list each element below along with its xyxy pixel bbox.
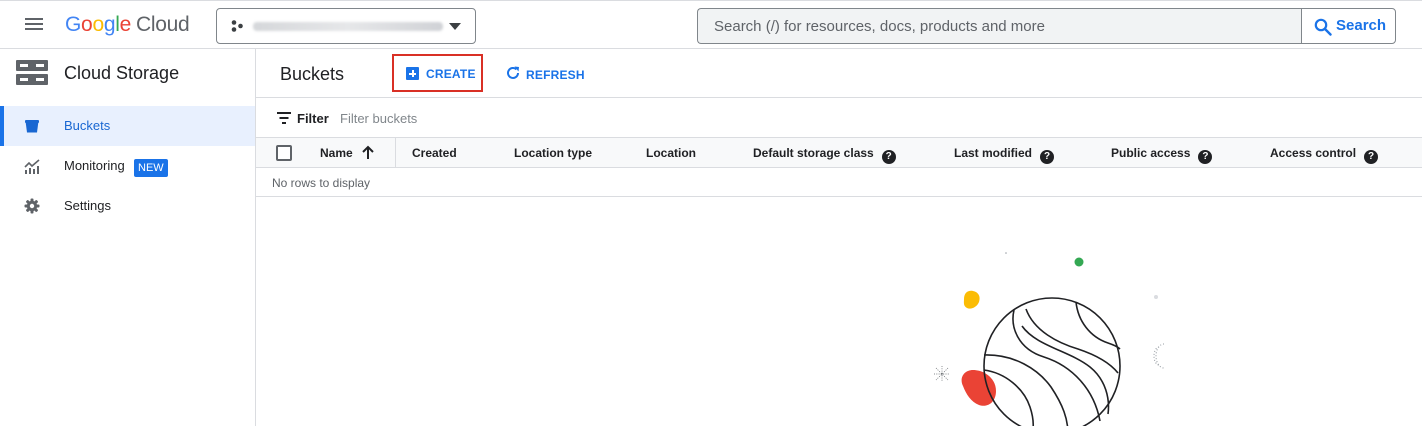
sidebar-item-label: Buckets <box>64 118 111 133</box>
empty-state-illustration <box>934 252 1165 426</box>
bucket-icon <box>25 120 39 133</box>
table-header: Name Created Location type Location Defa… <box>256 138 1422 168</box>
project-dots-icon <box>231 20 243 32</box>
logo-product: Cloud <box>135 13 190 36</box>
hamburger-icon-line <box>25 18 43 20</box>
column-header-label: Name <box>320 146 353 160</box>
search-button[interactable]: Search <box>1301 8 1396 44</box>
sidebar-item-label: Monitoring <box>64 158 125 173</box>
illustration-green-dot <box>1074 257 1084 267</box>
filter-label: Filter <box>297 111 329 126</box>
top-bar: Google Cloud Search <box>0 0 1422 49</box>
empty-table-row: No rows to display <box>256 168 1422 197</box>
column-header-location-type[interactable]: Location type <box>514 146 592 160</box>
column-header-access-control[interactable]: Access control? <box>1270 146 1379 164</box>
column-header-label: Last modified <box>954 146 1033 160</box>
search-field[interactable] <box>697 8 1302 44</box>
logo-letter: g <box>103 13 116 36</box>
sidebar: Cloud Storage Buckets Monitoring NEW Set… <box>0 49 256 426</box>
hamburger-icon-line <box>25 28 43 30</box>
add-box-icon <box>406 67 419 80</box>
refresh-button-label: REFRESH <box>526 68 585 82</box>
column-header-label: Location <box>646 146 696 160</box>
filter-icon <box>277 112 291 124</box>
help-icon[interactable]: ? <box>1040 150 1055 164</box>
gear-icon <box>24 198 40 214</box>
sidebar-item-buckets[interactable]: Buckets <box>0 106 255 146</box>
illustration-dot <box>1005 252 1007 254</box>
filter-bar: Filter <box>256 98 1422 138</box>
create-bucket-button[interactable]: CREATE <box>392 54 483 92</box>
sort-ascending-icon[interactable] <box>361 145 375 160</box>
filter-field[interactable] <box>340 106 740 130</box>
product-title: Cloud Storage <box>64 63 180 83</box>
empty-message: No rows to display <box>272 176 371 190</box>
page-header: Buckets CREATE REFRESH <box>256 49 1422 98</box>
column-header-label: Created <box>412 146 457 160</box>
sidebar-item-settings[interactable]: Settings <box>0 186 255 226</box>
illustration-globe <box>983 297 1121 426</box>
logo-letter: o <box>81 13 93 36</box>
illustration-dotted-arc <box>1153 343 1165 369</box>
caret-down-icon <box>449 23 461 30</box>
column-divider[interactable] <box>395 138 396 167</box>
column-header-public-access[interactable]: Public access? <box>1111 146 1213 164</box>
product-header: Cloud Storage <box>0 49 255 97</box>
project-name <box>253 18 443 34</box>
column-header-last-modified[interactable]: Last modified? <box>954 146 1055 164</box>
illustration-dot <box>1154 295 1158 299</box>
illustration-red-blob <box>961 370 996 406</box>
main-content: Buckets CREATE REFRESH Filter Name <box>256 49 1422 426</box>
monitoring-chart-icon <box>24 159 40 174</box>
column-header-label: Access control <box>1270 146 1357 160</box>
column-header-label: Default storage class <box>753 146 874 160</box>
column-header-label: Location type <box>514 146 593 160</box>
cloud-storage-icon <box>16 60 48 85</box>
project-selector[interactable] <box>216 8 476 44</box>
refresh-button[interactable]: REFRESH <box>500 62 590 86</box>
help-icon[interactable]: ? <box>1364 150 1379 164</box>
column-header-default-storage-class[interactable]: Default storage class? <box>753 146 896 164</box>
refresh-icon <box>507 66 519 79</box>
illustration-sparkle <box>934 366 950 382</box>
search-icon <box>1314 18 1332 36</box>
filter-input[interactable] <box>340 106 740 130</box>
help-icon[interactable]: ? <box>881 150 896 164</box>
search-input[interactable] <box>698 9 1302 43</box>
hamburger-icon-line <box>25 23 43 25</box>
search-button-label: Search <box>1336 17 1387 34</box>
help-icon[interactable]: ? <box>1198 150 1213 164</box>
column-header-created[interactable]: Created <box>412 146 457 160</box>
column-header-label: Public access <box>1111 146 1191 160</box>
illustration-yellow-blob <box>963 290 980 309</box>
sidebar-item-label: Settings <box>64 198 111 213</box>
logo-letter: e <box>119 13 132 36</box>
column-header-location[interactable]: Location <box>646 146 696 160</box>
logo-letter: o <box>92 13 104 36</box>
logo-letter: G <box>65 13 82 36</box>
sidebar-item-monitoring[interactable]: Monitoring <box>0 146 255 186</box>
column-header-name[interactable]: Name <box>320 146 353 160</box>
new-badge: NEW <box>134 159 168 177</box>
select-all-checkbox[interactable] <box>276 145 292 161</box>
create-button-label: CREATE <box>426 67 476 81</box>
main-menu-button[interactable] <box>22 15 46 35</box>
google-cloud-logo[interactable]: Google Cloud <box>65 13 190 37</box>
page-title: Buckets <box>280 64 345 84</box>
